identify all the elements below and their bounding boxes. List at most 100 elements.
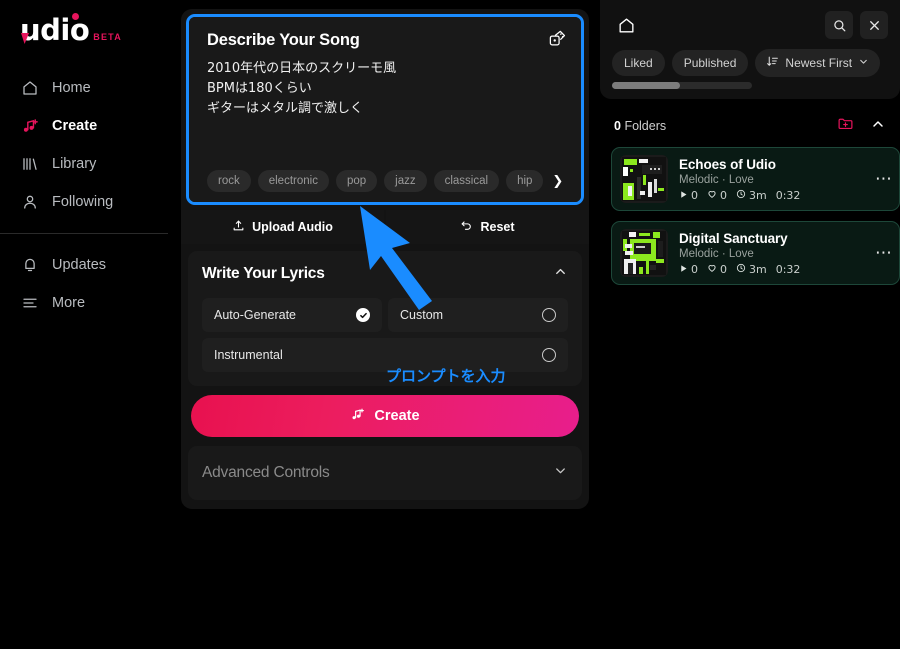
create-card: Describe Your Song 2010年代の日本のスクリーモ風 BPMは… (181, 9, 589, 509)
sidebar-item-home[interactable]: Home (0, 69, 168, 107)
length-value: 3m (749, 262, 767, 276)
create-button-label: Create (374, 408, 420, 424)
duration: 0:32 (776, 189, 801, 202)
create-panel: Describe Your Song 2010年代の日本のスクリーモ風 BPMは… (168, 0, 600, 649)
sidebar-item-following[interactable]: Following (0, 183, 168, 221)
song-subtitle: Melodic · Love (679, 174, 889, 186)
advanced-controls-title: Advanced Controls (202, 464, 330, 481)
filter-liked[interactable]: Liked (612, 50, 665, 76)
filters-horizontal-scrollbar[interactable] (612, 82, 752, 89)
length: 3m (736, 189, 767, 202)
song-tag: Love (728, 173, 754, 186)
more-horizontal-icon[interactable]: ⋯ (875, 169, 893, 189)
chevron-up-icon[interactable] (553, 264, 568, 284)
genre-pill-row: rock electronic pop jazz classical hip ❯ (207, 154, 563, 192)
lyrics-options: Auto-Generate Custom Instrumental (202, 298, 568, 372)
play-icon (679, 189, 688, 202)
chevron-up-icon[interactable] (870, 116, 886, 137)
filter-published[interactable]: Published (671, 50, 749, 76)
genre-pill-classical[interactable]: classical (433, 170, 500, 192)
describe-title: Describe Your Song (207, 31, 360, 49)
sidebar-item-create[interactable]: Create (0, 107, 168, 145)
heart-icon (707, 189, 717, 202)
song-title: Echoes of Udio (679, 156, 776, 172)
lyrics-option-pair: Auto-Generate Custom (202, 298, 568, 332)
lyrics-option-auto-generate[interactable]: Auto-Generate (202, 298, 382, 332)
radio-checked-icon[interactable] (356, 308, 370, 322)
duration-value: 0:32 (775, 262, 801, 276)
sidebar-item-label: Updates (52, 257, 107, 273)
song-stats: 0 0 3m 0:32 (679, 189, 889, 202)
library-filters: Liked Published Newest First (612, 49, 888, 77)
scrollbar-thumb[interactable] (612, 82, 680, 89)
lyrics-title: Write Your Lyrics (202, 265, 325, 282)
app-logo[interactable]: udio BETA (0, 0, 168, 45)
folders-actions (837, 115, 886, 137)
logo-wordmark: udio (20, 13, 90, 45)
upload-audio-label: Upload Audio (252, 220, 333, 234)
genre-pill-hip[interactable]: hip (506, 170, 544, 192)
library-bars-icon (20, 155, 39, 174)
genre-pill-rock[interactable]: rock (207, 170, 251, 192)
lyrics-option-instrumental[interactable]: Instrumental (202, 338, 568, 372)
radio-unchecked-icon[interactable] (542, 308, 556, 322)
sidebar-item-label: Create (52, 118, 98, 134)
lyrics-option-custom[interactable]: Custom (388, 298, 568, 332)
home-icon (20, 79, 39, 98)
length-value: 3m (749, 188, 767, 202)
option-label: Instrumental (214, 348, 283, 362)
list-item[interactable]: Digital Sanctuary Melodic · Love 0 0 3m … (611, 221, 900, 285)
play-count-value: 0 (691, 188, 698, 202)
option-label: Auto-Generate (214, 308, 296, 322)
search-icon[interactable] (825, 11, 853, 39)
genre-pill-electronic[interactable]: electronic (257, 170, 329, 192)
sidebar: udio BETA Home Create Library Following … (0, 0, 168, 649)
write-your-lyrics-section: Write Your Lyrics Auto-Generate Custom I… (188, 251, 582, 386)
play-count-value: 0 (691, 262, 698, 276)
dice-shuffle-icon[interactable] (548, 29, 567, 53)
song-subtitle: Melodic · Love (679, 248, 889, 260)
like-count: 0 (707, 263, 727, 276)
song-artwork (620, 155, 668, 203)
sort-descending-icon (766, 55, 779, 71)
song-prompt-input[interactable]: 2010年代の日本のスクリーモ風 BPMは180くらい ギターはメタル調で激しく (207, 59, 563, 119)
create-button[interactable]: Create (191, 395, 579, 437)
folder-plus-icon[interactable] (837, 115, 854, 137)
chevron-down-icon[interactable] (553, 463, 568, 483)
song-genre: Melodic (679, 173, 719, 186)
genre-pill-pop[interactable]: pop (335, 170, 378, 192)
play-icon (679, 263, 688, 276)
sidebar-item-updates[interactable]: Updates (0, 246, 168, 284)
more-horizontal-icon[interactable]: ⋯ (875, 243, 893, 263)
upload-audio-button[interactable]: Upload Audio (181, 210, 384, 244)
duration: 0:32 (776, 263, 801, 276)
play-count: 0 (679, 189, 698, 202)
describe-your-song-section[interactable]: Describe Your Song 2010年代の日本のスクリーモ風 BPMは… (189, 17, 581, 202)
folders-count-label: 0 Folders (614, 119, 666, 133)
library-panel: Liked Published Newest First 0 Folders E… (600, 0, 900, 649)
music-note-plus-icon (20, 117, 39, 136)
sidebar-item-more[interactable]: More (0, 284, 168, 322)
advanced-controls-header[interactable]: Advanced Controls (202, 463, 568, 483)
like-count-value: 0 (720, 188, 727, 202)
radio-unchecked-icon[interactable] (542, 348, 556, 362)
describe-highlight-box: Describe Your Song 2010年代の日本のスクリーモ風 BPMは… (186, 14, 584, 205)
sort-dropdown[interactable]: Newest First (755, 49, 881, 77)
home-icon[interactable] (612, 11, 640, 39)
list-item[interactable]: Echoes of Udio Melodic · Love 0 0 3m 0:3… (611, 147, 900, 211)
annotation-text: プロンプトを入力 (386, 367, 506, 385)
play-count: 0 (679, 263, 698, 276)
close-icon[interactable] (860, 11, 888, 39)
library-header-top (612, 11, 888, 39)
lyrics-option-pair: Instrumental (202, 338, 568, 372)
reset-button[interactable]: Reset (386, 210, 589, 244)
option-label: Custom (400, 308, 444, 322)
sidebar-item-library[interactable]: Library (0, 145, 168, 183)
chevron-right-icon[interactable]: ❯ (550, 173, 563, 189)
person-icon (20, 193, 39, 212)
sidebar-item-label: More (52, 295, 86, 311)
advanced-controls-section[interactable]: Advanced Controls (188, 446, 582, 500)
lyrics-section-header[interactable]: Write Your Lyrics (202, 264, 568, 284)
like-count: 0 (707, 189, 727, 202)
genre-pill-jazz[interactable]: jazz (384, 170, 427, 192)
